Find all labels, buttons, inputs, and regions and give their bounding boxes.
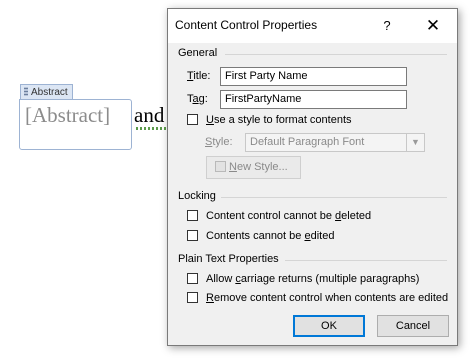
ok-button[interactable]: OK [293, 315, 365, 337]
title-input[interactable]: First Party Name [220, 67, 407, 86]
dialog-title: Content Control Properties [175, 18, 318, 32]
checkbox-box[interactable] [187, 114, 198, 125]
document-text: and [134, 103, 165, 127]
tag-input[interactable]: FirstPartyName [220, 90, 407, 109]
new-style-button[interactable]: New Style... [206, 156, 301, 179]
checkbox-box[interactable] [187, 230, 198, 241]
new-style-icon [215, 161, 226, 172]
general-heading: General [178, 47, 218, 59]
title-label: Title: [187, 70, 211, 82]
checkbox-box[interactable] [187, 292, 198, 303]
locking-heading: Locking [178, 190, 216, 202]
dialog-titlebar: Content Control Properties ? ✕ [168, 9, 457, 43]
content-control-tag-label: Abstract [31, 87, 68, 98]
cancel-button[interactable]: Cancel [377, 315, 449, 337]
checkbox-box[interactable] [187, 273, 198, 284]
content-control-properties-dialog: Content Control Properties ? ✕ General T… [167, 8, 458, 346]
cannot-edit-checkbox[interactable]: Contents cannot be edited [187, 230, 334, 242]
plain-text-heading: Plain Text Properties [178, 253, 279, 265]
cannot-delete-checkbox[interactable]: Content control cannot be deleted [187, 210, 371, 222]
content-control-placeholder[interactable]: [Abstract] [25, 103, 110, 128]
close-button[interactable]: ✕ [421, 15, 445, 37]
tag-label: Tag: [187, 93, 208, 105]
drag-grip-icon [24, 87, 28, 96]
chevron-down-icon: ▼ [406, 134, 424, 151]
use-style-checkbox[interactable]: Use a style to format contents [187, 114, 352, 126]
grammar-underline [136, 127, 171, 130]
help-button[interactable]: ? [377, 16, 397, 36]
style-select[interactable]: Default Paragraph Font ▼ [245, 133, 425, 152]
general-separator [225, 54, 447, 55]
locking-separator [221, 197, 447, 198]
checkbox-box[interactable] [187, 210, 198, 221]
content-control-tag[interactable]: Abstract [20, 84, 73, 99]
allow-carriage-returns-checkbox[interactable]: Allow carriage returns (multiple paragra… [187, 273, 419, 285]
plain-text-separator [285, 260, 447, 261]
remove-content-control-checkbox[interactable]: Remove content control when contents are… [187, 292, 448, 304]
style-label: Style: [205, 136, 233, 148]
